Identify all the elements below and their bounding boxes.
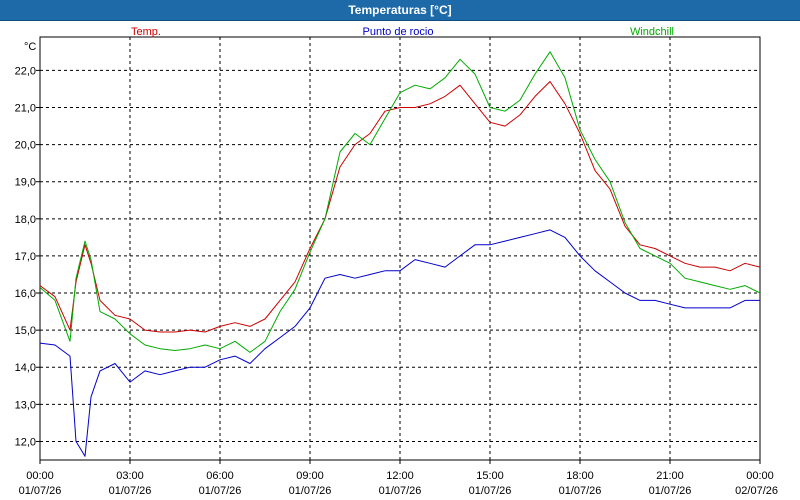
legend-temp: Temp. xyxy=(131,26,161,38)
x-tick-date: 01/07/26 xyxy=(649,485,692,497)
x-tick-time: 18:00 xyxy=(566,470,594,482)
x-tick-time: 09:00 xyxy=(296,470,324,482)
x-tick-date: 01/07/26 xyxy=(199,485,242,497)
y-tick-label: 18,0 xyxy=(15,214,36,226)
x-tick-date: 01/07/26 xyxy=(109,485,152,497)
y-tick-label: 16,0 xyxy=(15,288,36,300)
y-tick-label: 15,0 xyxy=(15,325,36,337)
legend: Temp. Punto de rocio Windchill xyxy=(131,26,674,38)
y-tick-label: 19,0 xyxy=(15,177,36,189)
y-tick-label: 21,0 xyxy=(15,103,36,115)
y-tick-label: 20,0 xyxy=(15,140,36,152)
x-tick-date: 01/07/26 xyxy=(379,485,422,497)
x-tick-date: 01/07/26 xyxy=(559,485,602,497)
chart-window: Temperaturas [°C] °C 12,0 13,0 14,0 15,0 16,… xyxy=(0,0,800,500)
legend-dewpoint: Punto de rocio xyxy=(363,26,434,38)
y-tick-label: 22,0 xyxy=(15,65,36,77)
x-tick-time: 03:00 xyxy=(116,470,144,482)
y-axis: °C 12,0 13,0 14,0 15,0 16,0 17,0 18,0 19,0 20,0 2… xyxy=(15,41,40,448)
x-axis: 00:00 01/07/26 03:00 01/07/26 06:00 01/07/26 0… xyxy=(19,460,778,497)
y-tick-label: 12,0 xyxy=(15,436,36,448)
temperature-chart: °C 12,0 13,0 14,0 15,0 16,0 17,0 18,0 19,0 20,0 2… xyxy=(15,26,778,497)
x-tick-date: 02/07/26 xyxy=(735,485,778,497)
x-tick-time: 21:00 xyxy=(656,470,684,482)
y-tick-label: 14,0 xyxy=(15,362,36,374)
x-tick-time: 00:00 xyxy=(746,470,774,482)
x-tick-time: 15:00 xyxy=(476,470,504,482)
y-unit-label: °C xyxy=(24,41,36,53)
y-tick-label: 13,0 xyxy=(15,399,36,411)
x-tick-time: 12:00 xyxy=(386,470,414,482)
x-tick-date: 01/07/26 xyxy=(289,485,332,497)
legend-windchill: Windchill xyxy=(630,26,674,38)
x-tick-date: 01/07/26 xyxy=(469,485,512,497)
x-tick-date: 01/07/26 xyxy=(19,485,62,497)
y-tick-label: 17,0 xyxy=(15,251,36,263)
x-tick-time: 06:00 xyxy=(206,470,234,482)
x-tick-time: 00:00 xyxy=(26,470,54,482)
